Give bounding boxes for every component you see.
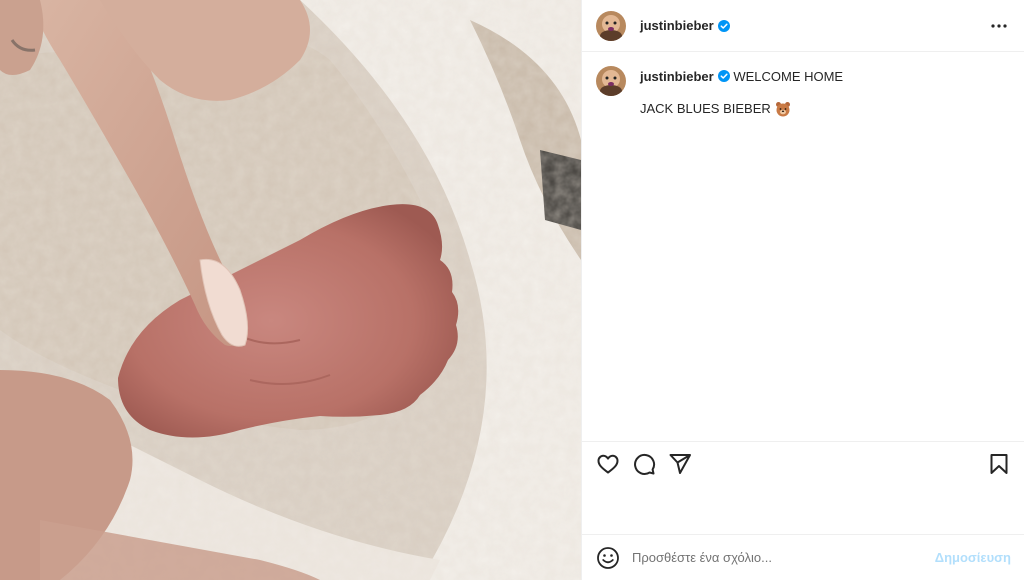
caption-username[interactable]: justinbieber [640,69,714,84]
verified-badge-icon [717,70,730,82]
post-comment-button[interactable]: Δημοσίευση [935,550,1011,565]
comment-bar: Δημοσίευση [582,534,1024,580]
verified-badge-icon [717,19,730,32]
caption-line-2: JACK BLUES BIEBER [640,101,771,116]
post-image[interactable] [0,0,581,580]
avatar[interactable] [596,10,626,41]
more-horizontal-icon[interactable] [987,14,1011,38]
heart-icon[interactable] [596,452,620,476]
comment-input[interactable] [632,550,922,565]
post-caption: justinbieber WELCOME HOME JACK BLUES BIE… [596,66,1011,118]
caption-avatar[interactable] [596,66,626,96]
post-side-panel: justinbieber justinbieber WELCOME HOME J… [581,0,1024,580]
paper-plane-icon[interactable] [668,452,692,476]
header-username[interactable]: justinbieber [640,18,714,33]
smiley-icon[interactable] [596,546,620,570]
caption-line-1: WELCOME HOME [733,69,844,84]
baby-foot-photo [0,0,581,580]
bookmark-icon[interactable] [987,452,1011,476]
post-actions [582,441,1024,485]
post-header: justinbieber [582,0,1024,52]
comment-bubble-icon[interactable] [632,452,656,476]
bear-face-emoji-icon [775,102,790,117]
